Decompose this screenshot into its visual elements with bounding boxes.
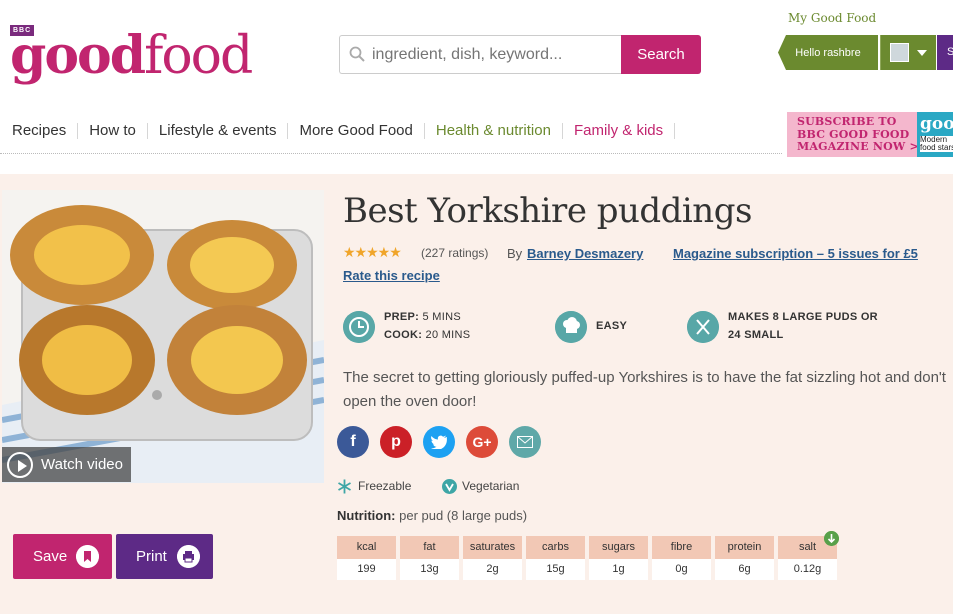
nutrition-carbs: carbs 15g	[526, 536, 585, 580]
vegetarian-icon	[442, 479, 457, 494]
avatar	[890, 43, 909, 62]
chef-hat-icon	[555, 311, 587, 343]
search-input[interactable]	[339, 35, 622, 74]
nutrition-sugars-name: sugars	[589, 536, 648, 559]
cook-label: COOK:	[384, 329, 423, 341]
nutrition-fibre: fibre 0g	[652, 536, 711, 580]
hello-user-button[interactable]: Hello rashbre	[778, 35, 878, 70]
nav-item-lifestyle-events[interactable]: Lifestyle & events	[148, 123, 289, 139]
prep-cook-times: PREP: 5 MINS COOK: 20 MINS	[384, 308, 470, 344]
clock-icon	[343, 311, 375, 343]
recipe-description: The secret to getting gloriously puffed-…	[343, 369, 946, 386]
envelope-glyph	[517, 436, 533, 448]
cutlery-icon	[687, 311, 719, 343]
nutrition-fibre-value: 0g	[652, 559, 711, 580]
servings-line-2: 24 SMALL	[728, 329, 784, 341]
email-icon[interactable]	[509, 426, 541, 458]
servings: MAKES 8 LARGE PUDS OR 24 SMALL	[728, 308, 878, 344]
printer-icon	[177, 545, 200, 568]
servings-line-1: MAKES 8 LARGE PUDS OR	[728, 311, 878, 323]
ratings-count: (227 ratings)	[421, 246, 489, 260]
recipe-photo[interactable]	[2, 190, 324, 483]
nutrition-carbs-name: carbs	[526, 536, 585, 559]
prep-time: PREP: 5 MINS	[384, 308, 470, 326]
difficulty: EASY	[596, 320, 628, 332]
prep-label: PREP:	[384, 311, 420, 323]
magazine-cover: goo Modern food stars	[917, 112, 953, 157]
nutrition-carbs-value: 15g	[526, 559, 585, 580]
my-good-food-link[interactable]: My Good Food	[788, 11, 876, 25]
print-label: Print	[136, 548, 167, 565]
nutrition-kcal-name: kcal	[337, 536, 396, 559]
print-button[interactable]: Print	[116, 534, 213, 579]
twitter-bird-glyph	[431, 435, 447, 449]
cook-time: COOK: 20 MINS	[384, 326, 470, 344]
nutrition-fat-value: 13g	[400, 559, 459, 580]
play-icon	[7, 451, 33, 478]
diet-vegetarian: Vegetarian	[462, 479, 520, 493]
magazine-subscription-link[interactable]: Magazine subscription – 5 issues for £5	[673, 246, 918, 261]
search-form: Search	[339, 35, 701, 74]
watch-video-label: Watch video	[41, 456, 123, 473]
twitter-icon[interactable]	[423, 426, 455, 458]
facebook-icon[interactable]: f	[337, 426, 369, 458]
cook-value: 20 MINS	[425, 329, 471, 341]
nav-item-more-good-food[interactable]: More Good Food	[288, 123, 425, 139]
goodfood-logo[interactable]: goodfood BBC	[10, 22, 253, 92]
diet-freezable: Freezable	[358, 479, 412, 493]
rate-recipe-link[interactable]: Rate this recipe	[343, 268, 440, 283]
logo-wordmark: goodfood	[10, 26, 253, 87]
nutrition-sugars-value: 1g	[589, 559, 648, 580]
magazine-promo-banner[interactable]: SUBSCRIBE TO BBC GOOD FOOD MAGAZINE NOW …	[787, 112, 953, 157]
magazine-cover-logo: goo	[920, 114, 953, 134]
recipe-description-line-2: open the oven door!	[343, 393, 477, 410]
pinterest-icon[interactable]: p	[380, 426, 412, 458]
yorkshire-puddings-image	[2, 190, 324, 483]
nutrition-fat-name: fat	[400, 536, 459, 559]
account-menu-button[interactable]	[880, 35, 936, 70]
nutrition-fat: fat 13g	[400, 536, 459, 580]
nutrition-kcal: kcal 199	[337, 536, 396, 580]
page: goodfood BBC Search My Good Food Hello r…	[0, 0, 953, 614]
snowflake-icon	[338, 479, 351, 494]
nutrition-saturates-name: saturates	[463, 536, 522, 559]
main-nav: Recipes How to Lifestyle & events More G…	[0, 118, 676, 144]
save-label: Save	[33, 548, 68, 565]
nutrition-protein-value: 6g	[715, 559, 774, 580]
nav-item-recipes[interactable]: Recipes	[0, 123, 79, 139]
chevron-down-icon	[917, 50, 927, 56]
watch-video-button[interactable]: Watch video	[2, 447, 131, 482]
logo-light: food	[144, 26, 253, 86]
prep-value: 5 MINS	[422, 311, 461, 323]
star-rating[interactable]: ★★★★★	[343, 244, 402, 261]
nutrition-salt-value: 0.12g	[778, 559, 837, 580]
search-button[interactable]: Search	[621, 35, 701, 74]
nutrition-saturates-value: 2g	[463, 559, 522, 580]
nutrition-saturates: saturates 2g	[463, 536, 522, 580]
nav-divider	[0, 153, 782, 154]
nutrition-label: Nutrition:	[337, 508, 396, 523]
nutrition-protein: protein 6g	[715, 536, 774, 580]
magazine-cover-tagline: Modern food stars	[920, 136, 953, 152]
nutrition-kcal-value: 199	[337, 559, 396, 580]
low-indicator-icon	[824, 531, 839, 546]
bbc-badge: BBC	[10, 25, 35, 36]
subscribe-side-button[interactable]: S	[937, 35, 953, 70]
nutrition-sugars: sugars 1g	[589, 536, 648, 580]
nav-item-how-to[interactable]: How to	[78, 123, 148, 139]
nutrition-basis: per pud (8 large puds)	[399, 508, 528, 523]
by-label: By	[507, 246, 523, 261]
bookmark-icon	[76, 545, 99, 568]
nav-item-health-nutrition[interactable]: Health & nutrition	[425, 123, 563, 139]
recipe-title: Best Yorkshire puddings	[343, 191, 752, 231]
nutrition-protein-name: protein	[715, 536, 774, 559]
author-link[interactable]: Barney Desmazery	[527, 246, 643, 261]
google-plus-icon[interactable]: G+	[466, 426, 498, 458]
nutrition-heading: Nutrition: per pud (8 large puds)	[337, 508, 527, 523]
save-button[interactable]: Save	[13, 534, 112, 579]
nav-item-family-kids[interactable]: Family & kids	[563, 123, 676, 139]
search-icon	[349, 46, 365, 62]
nutrition-fibre-name: fibre	[652, 536, 711, 559]
